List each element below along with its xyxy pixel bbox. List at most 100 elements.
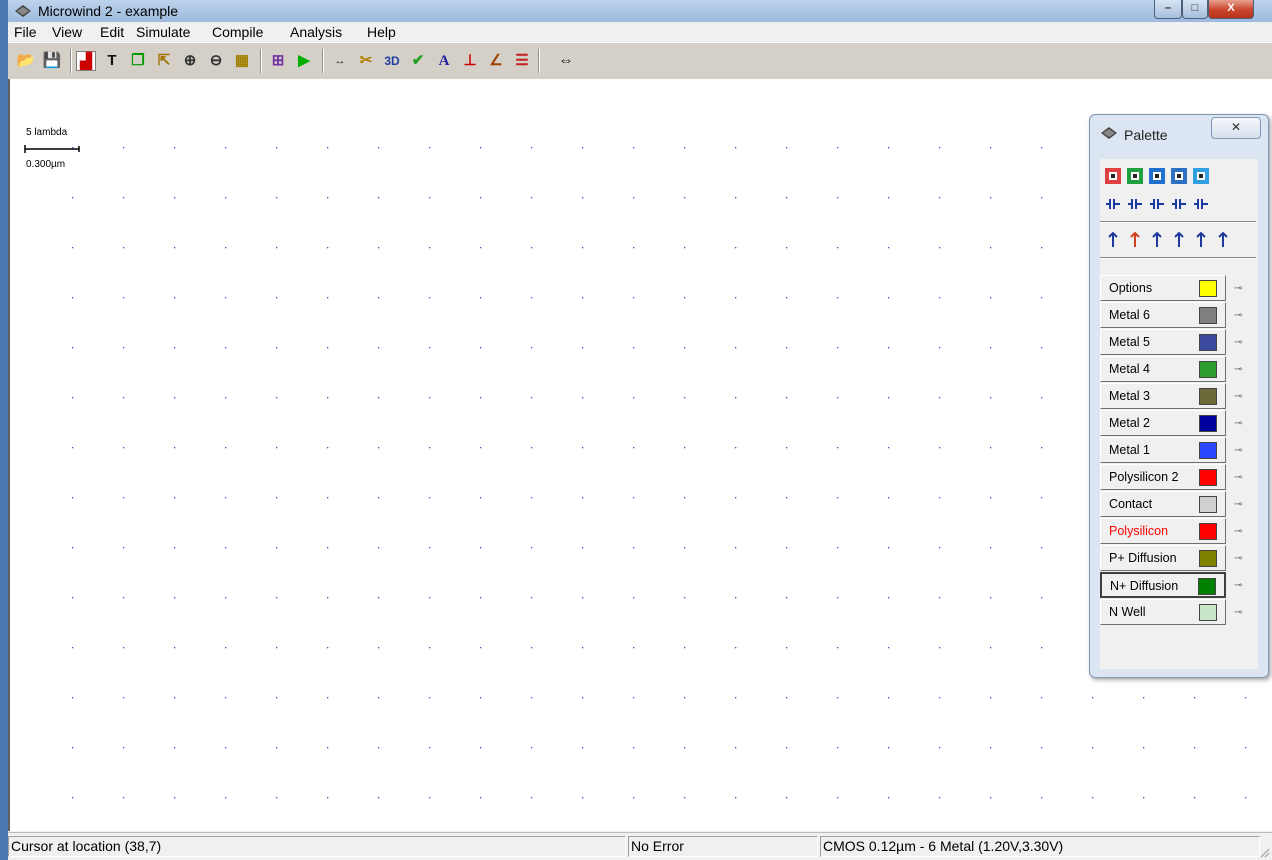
layer-key-icon[interactable]: ⊸ (1234, 445, 1250, 456)
resize-grip-icon[interactable] (1258, 846, 1270, 858)
resistor-icon[interactable] (1170, 195, 1188, 213)
move-arrows-icon[interactable]: ⇔ (546, 51, 586, 71)
layer-button-metal-5[interactable]: Metal 5 (1100, 329, 1226, 355)
simulate-icon[interactable]: ▶ (294, 51, 314, 71)
inductor-icon[interactable] (1192, 195, 1210, 213)
via-icon[interactable] (1192, 167, 1210, 185)
multiplexer-icon[interactable] (1126, 195, 1144, 213)
menu-file[interactable]: File (14, 24, 37, 40)
layer-button-p-diffusion[interactable]: P+ Diffusion (1100, 545, 1226, 571)
layer-button-n-well[interactable]: N Well (1100, 599, 1226, 625)
toolbar-separator (260, 49, 262, 73)
layer-key-icon[interactable]: ⊸ (1234, 472, 1250, 483)
clock-icon[interactable] (1148, 231, 1166, 249)
pulse-icon[interactable] (1170, 231, 1188, 249)
title-bar[interactable]: Microwind 2 - example – □ X (8, 0, 1272, 23)
open-file-icon[interactable]: 📂 (16, 51, 36, 71)
layer-button-contact[interactable]: Contact (1100, 491, 1226, 517)
palette-icon-row (1102, 195, 1258, 217)
nmos-icon[interactable] (1126, 167, 1144, 185)
cut-icon[interactable]: ✂ (356, 51, 376, 71)
layer-key-icon[interactable]: ⊸ (1234, 607, 1250, 618)
view-3d-icon[interactable]: 3D (382, 51, 402, 71)
palette-window: Palette ✕ Options ⊸ Metal 6 ⊸ Metal 5 ⊸ Metal … (1089, 114, 1269, 678)
minimize-button[interactable]: – (1154, 0, 1182, 19)
connect-icon[interactable]: ⊞ (268, 51, 288, 71)
zoom-out-icon[interactable]: ⊖ (206, 51, 226, 71)
curve-icon[interactable]: ∠ (486, 51, 506, 71)
cross-section-icon[interactable]: ⊥ (460, 51, 480, 71)
layer-color-swatch (1198, 578, 1216, 595)
copy-icon[interactable]: ❐ (128, 51, 148, 71)
palette-divider (1100, 257, 1256, 259)
layer-key-icon[interactable]: ⊸ (1234, 283, 1250, 294)
layer-button-metal-1[interactable]: Metal 1 (1100, 437, 1226, 463)
layer-button-polysilicon[interactable]: Polysilicon (1100, 518, 1226, 544)
vss-icon[interactable] (1126, 231, 1144, 249)
layer-key-icon[interactable]: ⊸ (1234, 391, 1250, 402)
layer-button-options[interactable]: Options (1100, 275, 1226, 301)
ground-icon[interactable] (1148, 195, 1166, 213)
layer-key-icon[interactable]: ⊸ (1234, 580, 1250, 591)
grid-dots (72, 147, 1247, 799)
toolbar-separator (322, 49, 324, 73)
toolbar: 📂 💾 ▟ T ❐ ⇱ ⊕ ⊖ ▦ ⊞ ▶ ↔ ✂ 3D ✔ A ⊥ ∠ ☰ ⇔ (8, 42, 1272, 80)
erase-icon[interactable]: T (102, 51, 122, 71)
menu-analysis[interactable]: Analysis (290, 24, 342, 40)
layer-label: Metal 4 (1109, 362, 1150, 376)
layer-button-metal-2[interactable]: Metal 2 (1100, 410, 1226, 436)
menu-compile[interactable]: Compile (212, 24, 263, 40)
layer-key-icon[interactable]: ⊸ (1234, 418, 1250, 429)
stretch-icon[interactable]: ⇱ (154, 51, 174, 71)
view-all-icon[interactable]: ▦ (232, 51, 252, 71)
maximize-button[interactable]: □ (1182, 0, 1208, 19)
layer-key-icon[interactable]: ⊸ (1234, 526, 1250, 537)
layout-canvas[interactable]: 5 lambda 0.300µm (8, 79, 1272, 831)
capacitor-icon[interactable] (1104, 195, 1122, 213)
application-window: Microwind 2 - example – □ X File View Ed… (8, 0, 1272, 860)
layer-button-n-diffusion[interactable]: N+ Diffusion (1100, 572, 1226, 598)
menu-help[interactable]: Help (367, 24, 396, 40)
layers-icon[interactable]: ☰ (512, 51, 532, 71)
layer-key-icon[interactable]: ⊸ (1234, 499, 1250, 510)
visible-icon[interactable] (1214, 231, 1232, 249)
menu-simulate[interactable]: Simulate (136, 24, 190, 40)
layer-key-icon[interactable]: ⊸ (1234, 553, 1250, 564)
measure-icon[interactable]: ↔ (330, 51, 350, 71)
layer-key-icon[interactable]: ⊸ (1234, 364, 1250, 375)
layer-label: Metal 5 (1109, 335, 1150, 349)
close-button[interactable]: X (1208, 0, 1254, 19)
layer-label: Metal 1 (1109, 443, 1150, 457)
microwind-chip-icon (1101, 127, 1117, 139)
layer-button-metal-4[interactable]: Metal 4 (1100, 356, 1226, 382)
layer-button-metal-6[interactable]: Metal 6 (1100, 302, 1226, 328)
draw-box-icon[interactable]: ▟ (76, 51, 96, 71)
layer-color-swatch (1199, 496, 1217, 513)
zoom-in-icon[interactable]: ⊕ (180, 51, 200, 71)
vdd-icon[interactable] (1104, 231, 1122, 249)
palette-divider (1100, 221, 1256, 223)
drc-icon[interactable]: ✔ (408, 51, 428, 71)
contact-icon[interactable] (1170, 167, 1188, 185)
layer-label: Options (1109, 281, 1153, 295)
layer-button-metal-3[interactable]: Metal 3 (1100, 383, 1226, 409)
sinus-icon[interactable] (1192, 231, 1210, 249)
menu-edit[interactable]: Edit (100, 24, 124, 40)
layer-color-swatch (1199, 469, 1217, 486)
text-icon[interactable]: A (434, 51, 454, 71)
palette-close-button[interactable]: ✕ (1211, 117, 1261, 139)
save-icon[interactable]: 💾 (42, 51, 62, 71)
pmos-icon[interactable] (1104, 167, 1122, 185)
pmos-high-icon[interactable] (1148, 167, 1166, 185)
menu-bar: File View Edit Simulate Compile Analysis… (8, 22, 1272, 42)
layer-key-icon[interactable]: ⊸ (1234, 310, 1250, 321)
scale-um-label: 0.300µm (26, 159, 66, 170)
menu-view[interactable]: View (52, 24, 82, 40)
layer-button-polysilicon-2[interactable]: Polysilicon 2 (1100, 464, 1226, 490)
layer-key-icon[interactable]: ⊸ (1234, 337, 1250, 348)
palette-body: Options ⊸ Metal 6 ⊸ Metal 5 ⊸ Metal 4 ⊸ Metal 3 ⊸… (1100, 159, 1258, 669)
toolbar-separator (538, 49, 540, 73)
palette-title: Palette (1124, 127, 1168, 143)
status-cursor-location: Cursor at location (38,7) (8, 836, 626, 857)
layer-color-swatch (1199, 442, 1217, 459)
